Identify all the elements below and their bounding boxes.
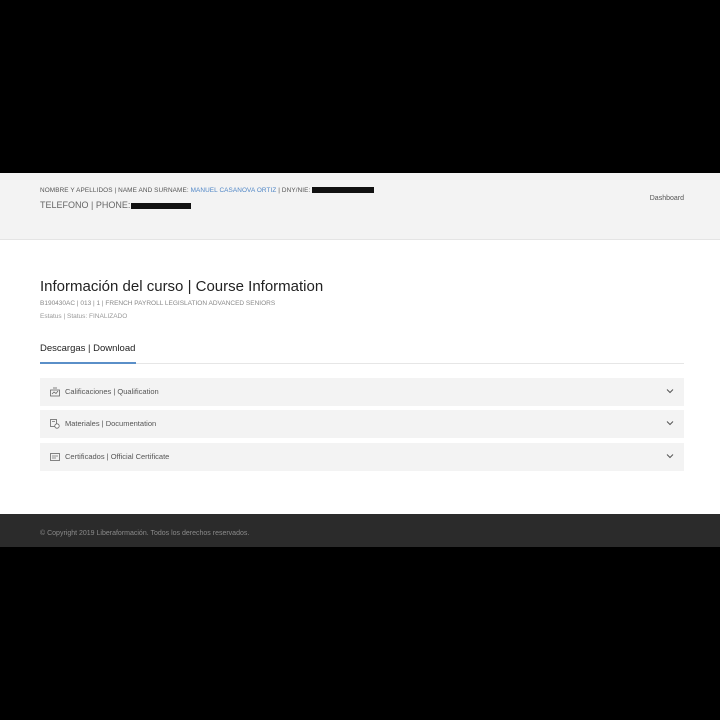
name-label: NOMBRE Y APELLIDOS | NAME AND SURNAME: [40, 187, 189, 194]
accordion-label: Certificados | Official Certificate [65, 452, 170, 461]
report-card-icon [50, 387, 60, 397]
chevron-down-icon [666, 421, 674, 426]
user-name: MANUEL CASANOVA ORTIZ [190, 187, 277, 194]
accordion-certificate[interactable]: Certificados | Official Certificate [40, 443, 684, 471]
chevron-down-icon [666, 389, 674, 394]
accordion-label: Calificaciones | Qualification [65, 387, 159, 396]
documents-icon [50, 419, 60, 429]
chevron-down-icon [666, 454, 674, 459]
footer: © Copyright 2019 Liberaformación. Todos … [0, 514, 720, 547]
redacted-phone [130, 202, 191, 209]
course-status: Estatus | Status: FINALIZADO [40, 313, 128, 320]
page-title: Información del curso | Course Informati… [40, 278, 324, 295]
dni-label: | DNY/NIE: [278, 187, 311, 194]
accordion-qualification[interactable]: Calificaciones | Qualification [40, 378, 684, 406]
redacted-dni [312, 187, 375, 194]
phone-line: TELEFONO | PHONE: [40, 200, 191, 210]
copyright-text: © Copyright 2019 Liberaformación. Todos … [40, 530, 250, 537]
page: NOMBRE Y APELLIDOS | NAME AND SURNAME: M… [0, 173, 720, 547]
dashboard-link[interactable]: Dashboard [650, 195, 684, 202]
course-code: B190430AC | 013 | 1 | FRENCH PAYROLL LEG… [40, 300, 276, 307]
accordion-documentation[interactable]: Materiales | Documentation [40, 410, 684, 438]
tab-bar: Descargas | Download [40, 343, 684, 364]
tab-download[interactable]: Descargas | Download [40, 343, 137, 364]
phone-label: TELEFONO | PHONE: [40, 200, 131, 210]
header: NOMBRE Y APELLIDOS | NAME AND SURNAME: M… [0, 173, 720, 240]
accordion-label: Materiales | Documentation [65, 419, 157, 428]
certificate-icon [50, 453, 60, 461]
user-info-line: NOMBRE Y APELLIDOS | NAME AND SURNAME: M… [40, 187, 375, 194]
